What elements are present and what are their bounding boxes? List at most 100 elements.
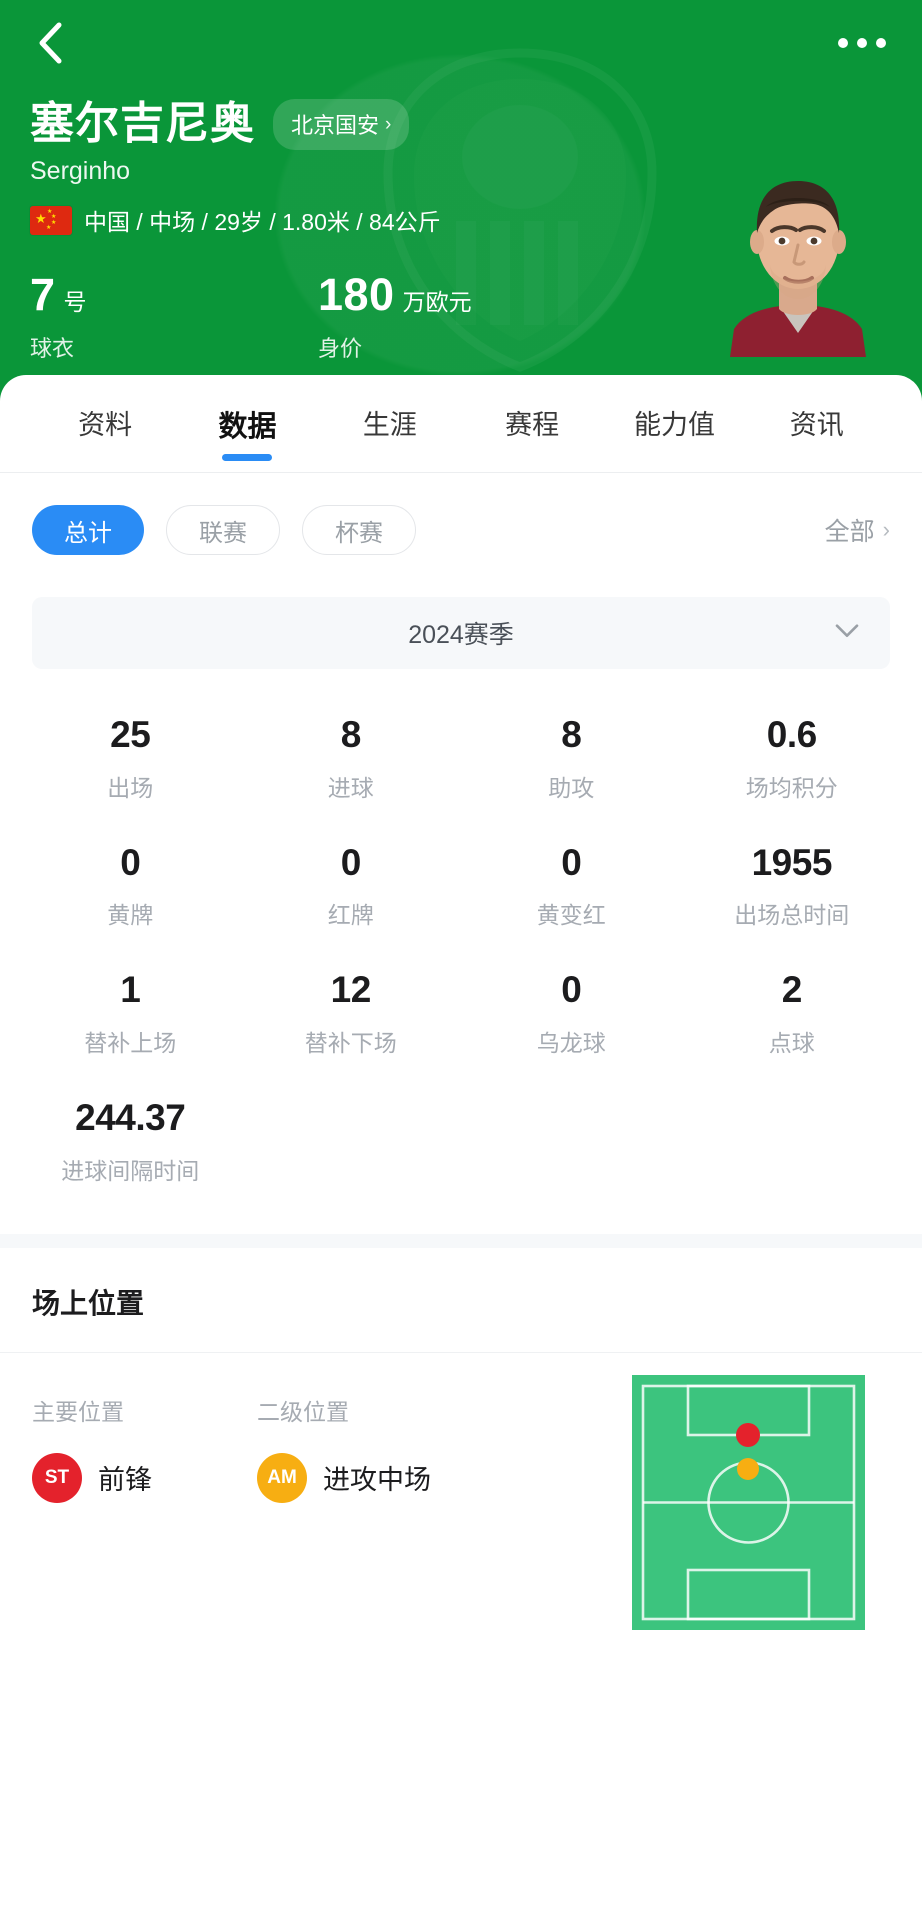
primary-position-dot: [736, 1422, 760, 1447]
stat-value: 0: [561, 969, 582, 1011]
market-value-block: 180 万欧元 身价: [318, 269, 606, 363]
more-options-button[interactable]: [836, 28, 888, 58]
stat-label: 替补上场: [84, 1030, 177, 1057]
top-navbar: [0, 0, 922, 85]
stat-label: 黄变红: [536, 902, 606, 929]
page-title: 塞尔吉尼奥: [30, 99, 255, 149]
secondary-position-dot: [737, 1457, 759, 1480]
stat-value: 8: [561, 714, 582, 755]
stat-label: 出场总时间: [734, 902, 850, 929]
stat-subbed-on: 1 替补上场: [20, 946, 241, 1074]
stat-points-per-game: 0.6 场均积分: [682, 691, 903, 819]
tab-stats[interactable]: 数据: [176, 403, 318, 461]
secondary-position-badge: AM: [257, 1452, 307, 1503]
stat-value: 0: [120, 841, 141, 883]
stat-minutes-per-goal: 244.37 进球间隔时间: [20, 1074, 241, 1202]
shirt-number-label: 球衣: [30, 336, 75, 361]
secondary-position-caption: 二级位置: [257, 1398, 349, 1425]
tab-label: 赛程: [505, 410, 560, 440]
tab-label: 数据: [218, 411, 277, 443]
tab-fixtures[interactable]: 赛程: [461, 403, 603, 458]
stat-minutes-played: 1955 出场总时间: [682, 819, 903, 947]
stat-value: 0.6: [766, 714, 817, 755]
player-meta-text: 中国 / 中场 / 29岁 / 1.80米 / 84公斤: [84, 209, 441, 235]
view-all-label: 全部: [824, 518, 875, 546]
chevron-down-glyph: [835, 624, 859, 638]
tab-ability[interactable]: 能力值: [603, 403, 745, 458]
tab-label: 资料: [78, 410, 133, 440]
player-portrait-image: [722, 147, 874, 357]
season-selected-value: 2024赛季: [408, 621, 514, 649]
stat-red-cards: 0 红牌: [241, 819, 462, 947]
filter-pill-label: 联赛: [199, 519, 247, 547]
flag-star-small: ★: [46, 224, 52, 231]
tab-label: 生涯: [362, 410, 417, 440]
primary-position-badge: ST: [32, 1452, 82, 1503]
player-name-row: 塞尔吉尼奥 北京国安 ›: [30, 99, 892, 150]
stat-label: 点球: [768, 1030, 815, 1057]
view-all-link[interactable]: 全部 ›: [825, 512, 890, 548]
stat-label: 乌龙球: [536, 1030, 606, 1057]
flag-star-large: ★: [35, 210, 47, 226]
stat-value: 1: [120, 969, 141, 1011]
stat-assists: 8 助攻: [461, 691, 682, 819]
tab-label: 能力值: [633, 410, 715, 440]
stat-appearances: 25 出场: [20, 691, 241, 819]
tab-label: 资讯: [789, 410, 844, 440]
stat-value: 12: [330, 969, 372, 1011]
stat-own-goals: 0 乌龙球: [461, 946, 682, 1074]
positions-section: 主要位置 ST 前锋 二级位置 AM 进攻中场: [0, 1353, 922, 1653]
stat-value: 8: [340, 714, 362, 755]
market-value-number: 180: [318, 269, 395, 320]
stat-label: 场均积分: [745, 774, 838, 801]
stat-label: 替补下场: [304, 1030, 397, 1057]
tab-career[interactable]: 生涯: [319, 403, 461, 458]
stat-label: 黄牌: [107, 902, 154, 929]
tab-news[interactable]: 资讯: [746, 403, 888, 458]
stat-value: 2: [781, 969, 803, 1011]
shirt-number-value: 7: [30, 269, 56, 320]
team-name-label: 北京国安: [291, 113, 380, 138]
back-button[interactable]: [28, 21, 72, 65]
stat-yellow-cards: 0 黄牌: [20, 819, 241, 947]
pitch-lines: [632, 1374, 865, 1630]
tab-profile[interactable]: 资料: [34, 403, 176, 458]
content-sheet: 资料 数据 生涯 赛程 能力值 资讯 总计 联赛 杯赛 全部 › 2024赛季 …: [0, 375, 922, 1920]
filter-pill-cup[interactable]: 杯赛: [302, 505, 416, 555]
primary-position-code: ST: [44, 1466, 70, 1488]
chevron-left-icon: [39, 22, 62, 63]
stat-label: 红牌: [327, 902, 374, 929]
competition-filter-row: 总计 联赛 杯赛 全部 ›: [0, 473, 922, 555]
flag-star-small: ★: [51, 219, 57, 226]
stat-subbed-off: 12 替补下场: [241, 946, 462, 1074]
stat-value: 0: [340, 841, 362, 883]
chevron-right-icon: ›: [882, 517, 890, 542]
primary-position-name: 前锋: [98, 1465, 152, 1496]
chevron-right-icon: ›: [385, 113, 392, 135]
stat-value: 244.37: [75, 1097, 186, 1139]
player-profile-screen: 塞尔吉尼奥 北京国安 › Serginho ★ ★ ★ ★ ★ 中国 / 中场 …: [0, 0, 922, 1920]
player-photo: [722, 147, 874, 357]
chevron-down-icon: [834, 619, 860, 645]
secondary-position-block: 二级位置 AM 进攻中场: [257, 1393, 482, 1503]
shirt-number-block: 7 号 球衣: [30, 269, 318, 363]
more-horizontal-icon: [876, 37, 886, 48]
stat-value: 0: [561, 841, 582, 883]
shirt-number-unit: 号: [63, 289, 87, 315]
stat-label: 进球: [327, 774, 374, 801]
more-horizontal-icon: [857, 37, 867, 48]
stat-second-yellow: 0 黄变红: [461, 819, 682, 947]
season-selector[interactable]: 2024赛季: [32, 597, 890, 669]
section-separator: [0, 1233, 922, 1248]
china-flag-icon: ★ ★ ★ ★ ★: [30, 205, 72, 235]
team-link-chip[interactable]: 北京国安 ›: [273, 99, 410, 150]
primary-position-caption: 主要位置: [32, 1398, 124, 1425]
stat-penalties: 2 点球: [682, 946, 903, 1074]
stat-label: 出场: [107, 774, 154, 801]
stat-value: 25: [110, 714, 151, 755]
filter-pill-league[interactable]: 联赛: [166, 505, 280, 555]
market-value-label: 身价: [318, 336, 363, 361]
primary-position-block: 主要位置 ST 前锋: [32, 1393, 257, 1503]
stat-label: 助攻: [548, 774, 595, 801]
filter-pill-total[interactable]: 总计: [32, 505, 144, 555]
